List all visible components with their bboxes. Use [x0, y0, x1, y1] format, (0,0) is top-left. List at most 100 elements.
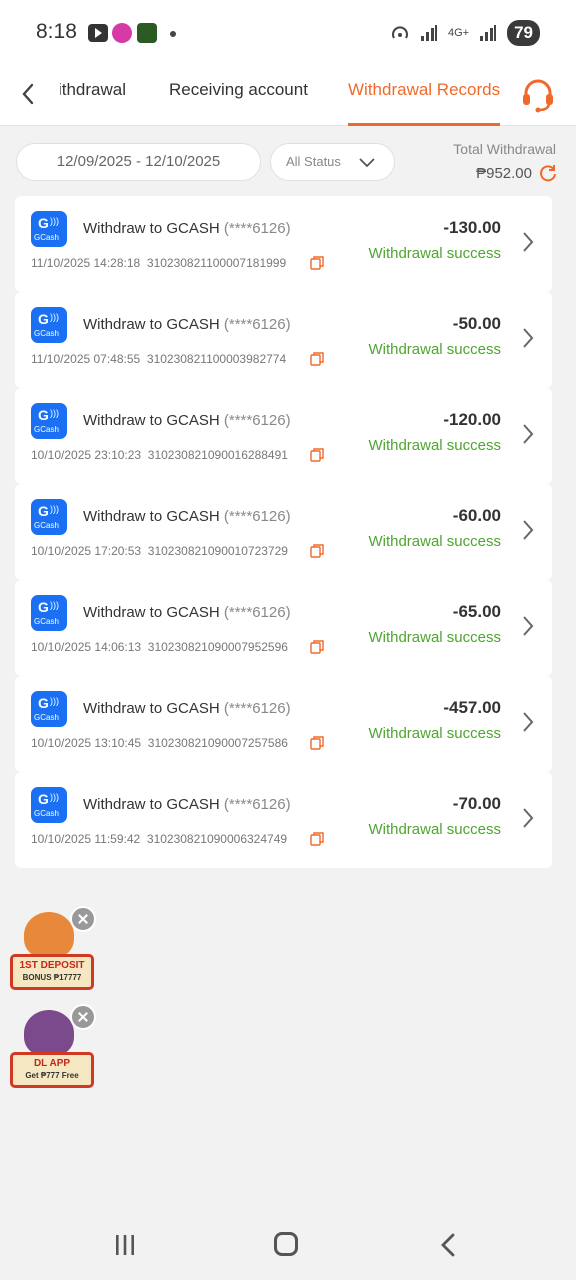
record-datetime: 10/10/2025 11:59:42 [31, 832, 141, 846]
back-button[interactable] [12, 78, 44, 110]
gcash-wave-icon: ))) [50, 504, 59, 514]
record-destination: Withdraw to GCASH [83, 796, 220, 813]
tab-withdrawal-records-label: Withdrawal Records [348, 80, 501, 99]
record-title: Withdraw to GCASH (****6126) [83, 220, 291, 237]
gcash-logo-icon: G))) GCash [31, 307, 67, 343]
copy-icon[interactable] [310, 352, 324, 366]
recent-apps-icon[interactable] [114, 1234, 136, 1256]
record-meta: 10/10/2025 23:10:23 31023082109001628849… [31, 448, 288, 462]
withdrawal-record-card[interactable]: G))) GCash Withdraw to GCASH (****6126) 11/… [15, 292, 552, 388]
record-status: Withdrawal success [368, 533, 501, 550]
record-datetime: 11/10/2025 07:48:55 [31, 352, 141, 366]
record-amount: -70.00 [452, 794, 501, 813]
status-right: 4G+ 79 [390, 20, 540, 46]
record-destination: Withdraw to GCASH [83, 604, 220, 621]
copy-icon[interactable] [310, 832, 324, 846]
record-ref-number: 310230821090010723729 [147, 544, 288, 558]
withdrawal-record-card[interactable]: G))) GCash Withdraw to GCASH (****6126) 10/… [15, 388, 552, 484]
record-account: (****6126) [223, 316, 291, 333]
chevron-right-icon [523, 808, 534, 828]
system-nav-bar [0, 1210, 576, 1280]
total-withdrawal-amount: ₱952.00 [476, 165, 532, 182]
record-meta: 10/10/2025 14:06:13 31023082109000795259… [31, 640, 288, 654]
chevron-left-icon [22, 83, 34, 105]
record-ref-number: 310230821090007257586 [147, 736, 288, 750]
home-icon[interactable] [274, 1232, 298, 1256]
gcash-logo-text: GCash [34, 617, 59, 626]
deposit-promo-banner: 1ST DEPOSIT BONUS ₱17777 [10, 954, 94, 990]
chevron-right-icon [523, 520, 534, 540]
record-title: Withdraw to GCASH (****6126) [83, 412, 291, 429]
copy-icon[interactable] [310, 544, 324, 558]
withdrawal-record-card[interactable]: G))) GCash Withdraw to GCASH (****6126) 11/… [15, 196, 552, 292]
tab-receiving-account[interactable]: Receiving account [169, 66, 308, 126]
chevron-right-icon [523, 232, 534, 252]
date-range-filter[interactable]: 12/09/2025 - 12/10/2025 [16, 143, 261, 181]
record-ref-number: 310230821100003982774 [146, 352, 287, 366]
record-account: (****6126) [223, 796, 291, 813]
refresh-icon[interactable] [539, 164, 557, 182]
record-title: Withdraw to GCASH (****6126) [83, 316, 291, 333]
withdrawal-record-card[interactable]: G))) GCash Withdraw to GCASH (****6126) 10/… [15, 484, 552, 580]
record-row-wrap: G))) GCash Withdraw to GCASH (****6126) 10/… [15, 580, 552, 676]
signal-icon [420, 25, 437, 41]
copy-icon[interactable] [310, 736, 324, 750]
record-meta: 10/10/2025 13:10:45 31023082109000725758… [31, 736, 288, 750]
gcash-logo-letter: G [38, 599, 49, 615]
record-destination: Withdraw to GCASH [83, 508, 220, 525]
withdrawal-record-card[interactable]: G))) GCash Withdraw to GCASH (****6126) 10/… [15, 772, 552, 868]
record-datetime: 10/10/2025 23:10:23 [31, 448, 142, 462]
record-title: Withdraw to GCASH (****6126) [83, 700, 291, 717]
download-app-promo[interactable]: DL APP Get ₱777 Free [10, 1004, 96, 1088]
gcash-logo-letter: G [38, 407, 49, 423]
record-status: Withdrawal success [368, 629, 501, 646]
tab-withdrawal[interactable]: Withdrawal [60, 66, 126, 126]
record-meta: 10/10/2025 11:59:42 31023082109000632474… [31, 832, 287, 846]
record-row-wrap: G))) GCash Withdraw to GCASH (****6126) 10/… [15, 388, 552, 484]
close-app-promo-button[interactable] [70, 1004, 96, 1030]
gcash-wave-icon: ))) [50, 216, 59, 226]
record-status: Withdrawal success [368, 725, 501, 742]
gcash-logo-letter: G [38, 791, 49, 807]
tab-withdrawal-records[interactable]: Withdrawal Records [348, 66, 501, 126]
copy-icon[interactable] [310, 448, 324, 462]
gcash-wave-icon: ))) [50, 312, 59, 322]
record-destination: Withdraw to GCASH [83, 700, 220, 717]
record-row-wrap: G))) GCash Withdraw to GCASH (****6126) 10/… [15, 676, 552, 772]
record-row-wrap: G))) GCash Withdraw to GCASH (****6126) 11/… [15, 292, 552, 388]
copy-icon[interactable] [310, 256, 324, 270]
signal-2-icon [480, 25, 497, 41]
status-filter-value: All Status [286, 154, 341, 169]
record-title: Withdraw to GCASH (****6126) [83, 604, 291, 621]
status-time: 8:18 [36, 20, 77, 43]
gcash-logo-icon: G))) GCash [31, 787, 67, 823]
gcash-logo-letter: G [38, 695, 49, 711]
close-deposit-promo-button[interactable] [70, 906, 96, 932]
first-deposit-promo[interactable]: 1ST DEPOSIT BONUS ₱17777 [10, 906, 96, 990]
record-account: (****6126) [223, 700, 291, 717]
record-amount: -130.00 [443, 218, 501, 237]
gcash-wave-icon: ))) [50, 600, 59, 610]
customer-support-button[interactable] [519, 76, 557, 114]
gcash-wave-icon: ))) [50, 792, 59, 802]
record-amount: -65.00 [452, 602, 501, 621]
youtube-notification-icon [88, 24, 108, 42]
record-account: (****6126) [223, 508, 291, 525]
gcash-logo-text: GCash [34, 329, 59, 338]
network-type: 4G+ [447, 26, 470, 39]
app-promo-banner: DL APP Get ₱777 Free [10, 1052, 94, 1088]
record-amount: -60.00 [452, 506, 501, 525]
gcash-logo-letter: G [38, 311, 49, 327]
system-back-icon[interactable] [440, 1232, 456, 1258]
tiger-mascot-icon [24, 912, 74, 958]
status-filter-dropdown[interactable]: All Status [270, 143, 395, 181]
withdrawal-record-card[interactable]: G))) GCash Withdraw to GCASH (****6126) 10/… [15, 580, 552, 676]
withdrawal-record-card[interactable]: G))) GCash Withdraw to GCASH (****6126) 10/… [15, 676, 552, 772]
gcash-logo-text: GCash [34, 809, 59, 818]
chevron-right-icon [523, 712, 534, 732]
record-destination: Withdraw to GCASH [83, 316, 220, 333]
record-ref-number: 310230821090006324749 [146, 832, 288, 846]
deposit-promo-line1: 1ST DEPOSIT [19, 960, 85, 971]
copy-icon[interactable] [310, 640, 324, 654]
record-amount: -457.00 [443, 698, 501, 717]
